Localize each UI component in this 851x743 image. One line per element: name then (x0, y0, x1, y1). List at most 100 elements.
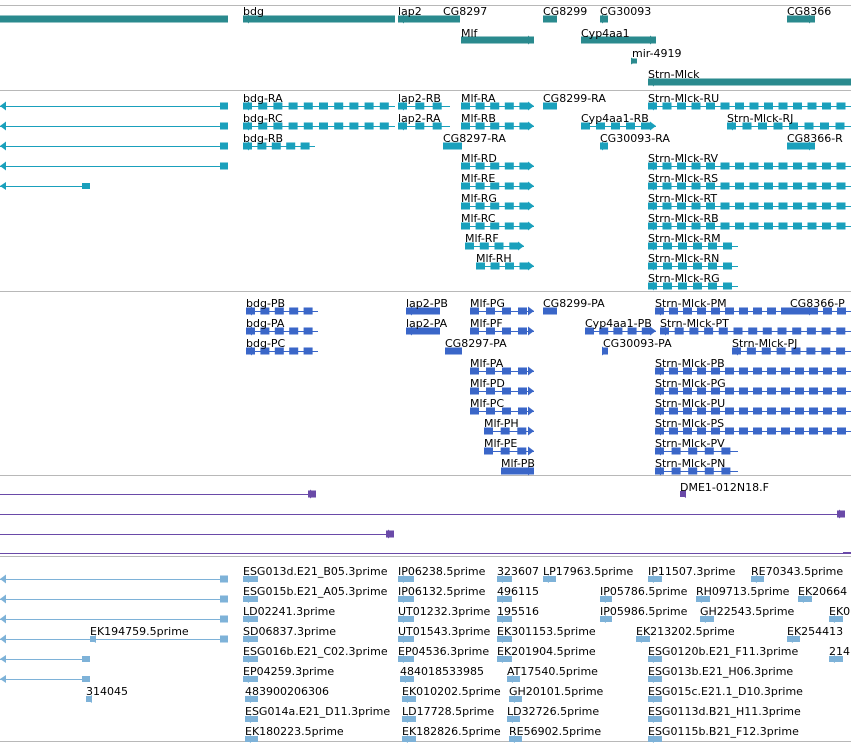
feature-gene[interactable]: Strn-Mlck (648, 68, 851, 87)
feature-est[interactable]: IP06238.5prime (398, 565, 486, 583)
feature-protein[interactable]: Strn-Mlck-PB (655, 357, 851, 376)
feature-protein[interactable]: Mlf-PE (484, 437, 534, 456)
feature-est[interactable]: EK0 (829, 605, 850, 623)
feature-est[interactable]: ESG014a.E21_D11.3prime (245, 705, 390, 723)
feature-est[interactable]: 484018533985 (400, 665, 484, 683)
feature-est[interactable]: IP11507.3prime (648, 565, 736, 583)
feature-transcript[interactable] (0, 101, 228, 111)
feature-transcript[interactable] (0, 182, 90, 190)
feature-est[interactable]: EK182826.5prime (402, 725, 501, 743)
feature-clone[interactable] (0, 552, 851, 554)
feature-est[interactable]: EK213202.5prime (636, 625, 735, 643)
feature-transcript[interactable]: Mlf-RE (461, 172, 534, 191)
feature-est[interactable]: ESG013d.E21_B05.3prime (243, 565, 388, 583)
feature-transcript[interactable]: bdg-RC (243, 112, 395, 131)
feature-transcript[interactable] (0, 121, 228, 131)
feature-transcript[interactable]: CG8297-RA (443, 132, 506, 150)
feature-est[interactable]: RH09713.5prime (696, 585, 790, 603)
feature-gene[interactable]: CG30093 (600, 5, 651, 24)
feature-transcript[interactable]: Strn-Mlck-RU (648, 92, 851, 111)
feature-transcript[interactable]: bdg-RB (243, 132, 315, 151)
feature-est[interactable]: LD02241.3prime (243, 605, 335, 623)
feature-protein[interactable]: lap2-PB (406, 297, 448, 316)
feature-clone[interactable] (0, 509, 845, 519)
feature-est[interactable]: 314045 (86, 685, 128, 703)
feature-transcript[interactable]: CG8299-RA (543, 92, 606, 110)
feature-protein[interactable]: bdg-PA (246, 317, 318, 336)
feature-transcript[interactable]: Mlf-RD (461, 152, 534, 171)
feature-gene[interactable]: Mlf (461, 27, 534, 45)
feature-est[interactable]: 496115 (497, 585, 539, 603)
feature-est[interactable] (0, 675, 90, 683)
feature-est[interactable] (0, 614, 228, 624)
feature-est[interactable] (0, 594, 228, 604)
feature-gene[interactable] (0, 15, 228, 23)
feature-protein[interactable]: Strn-Mlck-PT (660, 317, 851, 336)
feature-transcript[interactable]: Strn-Mlck-RV (648, 152, 851, 171)
feature-est[interactable]: IP05986.5prime (600, 605, 688, 623)
feature-transcript[interactable]: CG30093-RA (600, 132, 670, 151)
feature-clone[interactable] (0, 489, 316, 499)
feature-est[interactable]: ESG0115b.B21_F12.3prime (648, 725, 799, 743)
feature-transcript[interactable]: lap2-RB (398, 92, 450, 111)
feature-clone[interactable]: DME1-012N18.F (680, 481, 769, 498)
feature-protein[interactable]: CG30093-PA (602, 337, 672, 356)
feature-transcript[interactable]: Strn-Mlck-RG (648, 272, 738, 291)
feature-est[interactable]: 483900206306 (245, 685, 329, 703)
feature-protein[interactable]: CG8299-PA (543, 297, 605, 315)
feature-gene[interactable]: CG8366 (787, 5, 831, 24)
feature-transcript[interactable]: Cyp4aa1-RB (581, 112, 656, 131)
feature-gene[interactable]: Cyp4aa1 (581, 27, 656, 45)
feature-protein[interactable]: bdg-PB (246, 297, 318, 316)
feature-est[interactable]: LP17963.5prime (543, 565, 634, 583)
feature-protein[interactable]: Mlf-PF (470, 317, 534, 336)
feature-est[interactable]: 214 (829, 645, 850, 663)
feature-est[interactable]: UT01232.3prime (398, 605, 491, 623)
feature-est[interactable]: IP06132.5prime (398, 585, 486, 603)
feature-est[interactable]: LD32726.5prime (507, 705, 599, 723)
feature-est[interactable]: EP04259.3prime (243, 665, 334, 683)
feature-protein[interactable]: Strn-Mlck-PV (655, 437, 738, 456)
feature-protein[interactable]: Strn-Mlck-PN (655, 457, 738, 476)
feature-transcript[interactable]: Strn-Mlck-RB (648, 212, 851, 231)
feature-protein[interactable]: bdg-PC (246, 337, 318, 356)
feature-est[interactable]: GH22543.5prime (700, 605, 795, 623)
feature-est[interactable]: AT17540.5prime (507, 665, 598, 683)
feature-protein[interactable]: Mlf-PH (484, 417, 534, 436)
feature-transcript[interactable]: Mlf-RG (461, 192, 534, 211)
feature-est[interactable]: RE56902.5prime (509, 725, 601, 743)
feature-gene[interactable]: CG8297 (443, 5, 487, 18)
feature-protein[interactable]: Strn-Mlck-PJ (732, 337, 851, 356)
feature-est[interactable]: UT01543.3prime (398, 625, 491, 643)
feature-est[interactable]: EK010202.5prime (402, 685, 501, 703)
feature-est[interactable]: ESG015b.E21_A05.3prime (243, 585, 388, 603)
feature-transcript[interactable] (0, 141, 228, 151)
feature-est[interactable]: GH20101.5prime (509, 685, 604, 703)
feature-est[interactable]: EP04536.3prime (398, 645, 489, 663)
feature-est[interactable]: 323607 (497, 565, 539, 583)
feature-transcript[interactable]: bdg-RA (243, 92, 395, 111)
feature-transcript[interactable]: CG8366-R (787, 132, 843, 151)
feature-transcript[interactable]: Mlf-RC (461, 212, 534, 231)
feature-est[interactable]: RE70343.5prime (751, 565, 843, 583)
feature-transcript[interactable]: Strn-Mlck-RM (648, 232, 738, 251)
feature-transcript[interactable]: Mlf-RB (461, 112, 534, 131)
feature-protein[interactable]: Strn-Mlck-PU (655, 397, 851, 416)
feature-est[interactable] (0, 655, 90, 663)
feature-est[interactable]: IP05786.5prime (600, 585, 688, 603)
feature-transcript[interactable]: Mlf-RA (461, 92, 534, 111)
feature-gene[interactable]: CG8299 (543, 5, 587, 23)
feature-est[interactable]: EK254413 (787, 625, 843, 643)
feature-transcript[interactable]: Mlf-RF (465, 232, 524, 251)
feature-protein[interactable]: Mlf-PC (470, 397, 534, 416)
feature-protein[interactable]: Mlf-PB (501, 457, 535, 476)
feature-est[interactable]: ESG016b.E21_C02.3prime (243, 645, 388, 663)
feature-protein[interactable]: Mlf-PD (470, 377, 534, 396)
feature-transcript[interactable]: Strn-Mlck-RT (648, 192, 851, 211)
feature-transcript[interactable]: Strn-Mlck-RS (648, 172, 851, 191)
feature-protein[interactable]: lap2-PA (406, 317, 448, 336)
feature-est[interactable]: SD06837.3prime (243, 625, 336, 643)
feature-est[interactable]: ESG0113d.B21_H11.3prime (648, 705, 801, 723)
feature-est[interactable]: ESG015c.E21.1_D10.3prime (648, 685, 803, 703)
feature-est[interactable]: ESG0120b.E21_F11.3prime (648, 645, 798, 663)
